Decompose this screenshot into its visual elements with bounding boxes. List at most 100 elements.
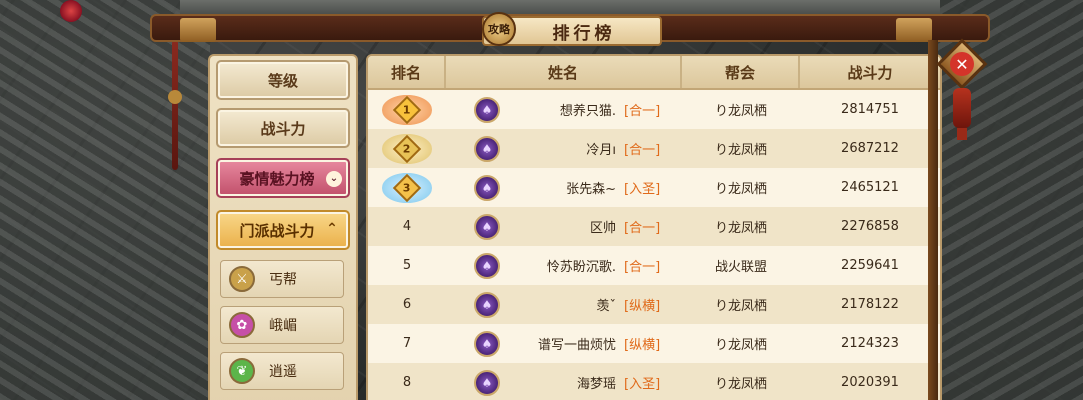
sect-badge-icon: ♠: [474, 135, 500, 162]
table-row[interactable]: 1 ♠ 想养只猫. [合一] り龙凤栖 2814751: [368, 90, 940, 129]
server-tag: [纵横]: [624, 299, 661, 314]
header-name: 姓名: [446, 56, 682, 88]
table-row[interactable]: 2 ♠ 冷月ı [合一] り龙凤栖 2687212: [368, 129, 940, 168]
beam-bracket-left: [180, 18, 216, 42]
power-cell: 2259641: [841, 258, 899, 273]
table-header: 排名 姓名 帮会 战斗力: [368, 56, 940, 90]
player-name: 怜苏盼沉歌.: [546, 260, 616, 275]
tab-charm-ranking[interactable]: 豪情魅力榜 ⌄: [216, 158, 350, 198]
tab-sect-power[interactable]: 门派战斗力 ⌃: [216, 210, 350, 250]
guild-cell: り龙凤栖: [714, 299, 767, 314]
name-cell: ♠ 谱写一曲烦忧 [纵横]: [446, 324, 682, 363]
name-cell: ♠ 冷月ı [合一]: [446, 129, 682, 168]
header-guild: 帮会: [682, 56, 800, 88]
server-tag: [合一]: [624, 143, 661, 158]
rank-cell: 3: [368, 168, 446, 207]
server-tag: [合一]: [624, 221, 661, 236]
player-name: 张先森~: [566, 182, 616, 197]
close-icon: ✕: [950, 52, 974, 76]
sect-item-gaibang[interactable]: ⚔ 丐帮: [220, 260, 344, 298]
power-cell: 2276858: [841, 219, 899, 234]
guild-cell: り龙凤栖: [714, 104, 767, 119]
hanging-knot-decoration: [953, 88, 971, 140]
leaderboard-panel: 排行榜 攻略 等级 战斗力 豪情魅力榜 ⌄ 门派战斗力 ⌃ ⚔ 丐帮 ✿ 峨嵋 …: [150, 12, 990, 400]
table-row[interactable]: 6 ♠ 羡ˇ [纵横] り龙凤栖 2178122: [368, 285, 940, 324]
sect-badge-icon: ♠: [474, 252, 500, 279]
power-cell: 2178122: [841, 297, 899, 312]
rank-cell: 1: [368, 90, 446, 129]
tab-sect-power-label: 门派战斗力: [239, 221, 315, 240]
lotus-icon: ✿: [229, 312, 255, 338]
rank-cell: 7: [402, 336, 412, 351]
sect-badge-icon: ♠: [474, 174, 500, 201]
table-row[interactable]: 5 ♠ 怜苏盼沉歌. [合一] 战火联盟 2259641: [368, 246, 940, 285]
name-cell: ♠ 区帅 [合一]: [446, 207, 682, 246]
table-row[interactable]: 7 ♠ 谱写一曲烦忧 [纵横] り龙凤栖 2124323: [368, 324, 940, 363]
sect-item-xiaoyao[interactable]: ❦ 逍遥: [220, 352, 344, 390]
rank-cell: 8: [402, 375, 412, 390]
guild-cell: り龙凤栖: [714, 338, 767, 353]
player-name: 海梦瑶: [576, 377, 616, 392]
player-name: 区帅: [589, 221, 616, 236]
sect-badge-icon: ♠: [474, 369, 500, 396]
table-body: 1 ♠ 想养只猫. [合一] り龙凤栖 2814751 2 ♠ 冷月ı [合一]…: [368, 90, 940, 400]
sect-item-label: 峨嵋: [269, 318, 297, 334]
rank-cell: 2: [368, 129, 446, 168]
server-tag: [入圣]: [624, 182, 661, 197]
sect-item-label: 丐帮: [269, 272, 297, 288]
guild-cell: り龙凤栖: [714, 182, 767, 197]
tab-level[interactable]: 等级: [216, 60, 350, 100]
server-tag: [入圣]: [624, 377, 661, 392]
sect-item-emei[interactable]: ✿ 峨嵋: [220, 306, 344, 344]
table-row[interactable]: 3 ♠ 张先森~ [入圣] り龙凤栖 2465121: [368, 168, 940, 207]
rank-number: 3: [403, 181, 411, 194]
rank-cell: 5: [402, 258, 412, 273]
power-cell: 2124323: [841, 336, 899, 351]
guild-cell: り龙凤栖: [714, 221, 767, 236]
lantern-icon: [60, 0, 82, 22]
category-sidebar: 等级 战斗力 豪情魅力榜 ⌄ 门派战斗力 ⌃ ⚔ 丐帮 ✿ 峨嵋 ❦ 逍遥: [208, 54, 358, 400]
sword-icon: ⚔: [229, 266, 255, 292]
rank-number: 1: [403, 103, 411, 116]
player-name: 想养只猫.: [559, 104, 616, 119]
player-name: 谱写一曲烦忧: [537, 338, 616, 353]
guild-cell: り龙凤栖: [714, 143, 767, 158]
sect-badge-icon: ♠: [474, 291, 500, 318]
header-rank: 排名: [368, 56, 446, 88]
name-cell: ♠ 海梦瑶 [入圣]: [446, 363, 682, 400]
rank-cell: 6: [402, 297, 412, 312]
power-cell: 2814751: [841, 102, 899, 117]
chevron-up-icon: ⌃: [326, 221, 338, 237]
tab-combat-power[interactable]: 战斗力: [216, 108, 350, 148]
frame-pillar-right: [928, 40, 938, 400]
tab-charm-ranking-label: 豪情魅力榜: [239, 169, 315, 188]
sect-badge-icon: ♠: [474, 330, 500, 357]
player-name: 羡ˇ: [596, 299, 616, 314]
sect-badge-icon: ♠: [474, 96, 500, 123]
name-cell: ♠ 想养只猫. [合一]: [446, 90, 682, 129]
tab-level-label: 等级: [267, 71, 298, 90]
page-title-text: 排行榜: [552, 23, 616, 44]
player-name: 冷月ı: [586, 143, 616, 158]
guild-cell: 战火联盟: [714, 260, 767, 275]
power-cell: 2020391: [841, 375, 899, 390]
power-cell: 2465121: [841, 180, 899, 195]
name-cell: ♠ 怜苏盼沉歌. [合一]: [446, 246, 682, 285]
gold-medal-icon: 1: [382, 94, 432, 125]
ranking-table: 排名 姓名 帮会 战斗力 1 ♠ 想养只猫. [合一] り龙凤栖 2814751: [366, 54, 942, 400]
server-tag: [合一]: [624, 260, 661, 275]
guide-badge-icon[interactable]: 攻略: [482, 12, 516, 46]
server-tag: [合一]: [624, 104, 661, 119]
leaf-icon: ❦: [229, 358, 255, 384]
table-row[interactable]: 4 ♠ 区帅 [合一] り龙凤栖 2276858: [368, 207, 940, 246]
table-row[interactable]: 8 ♠ 海梦瑶 [入圣] り龙凤栖 2020391: [368, 363, 940, 400]
server-tag: [纵横]: [624, 338, 661, 353]
beam-bracket-right: [896, 18, 932, 42]
name-cell: ♠ 羡ˇ [纵横]: [446, 285, 682, 324]
silver-medal-icon: 2: [382, 133, 432, 164]
name-cell: ♠ 张先森~ [入圣]: [446, 168, 682, 207]
rank-cell: 4: [402, 219, 412, 234]
rank-number: 2: [403, 142, 411, 155]
bronze-medal-icon: 3: [382, 172, 432, 203]
guild-cell: り龙凤栖: [714, 377, 767, 392]
